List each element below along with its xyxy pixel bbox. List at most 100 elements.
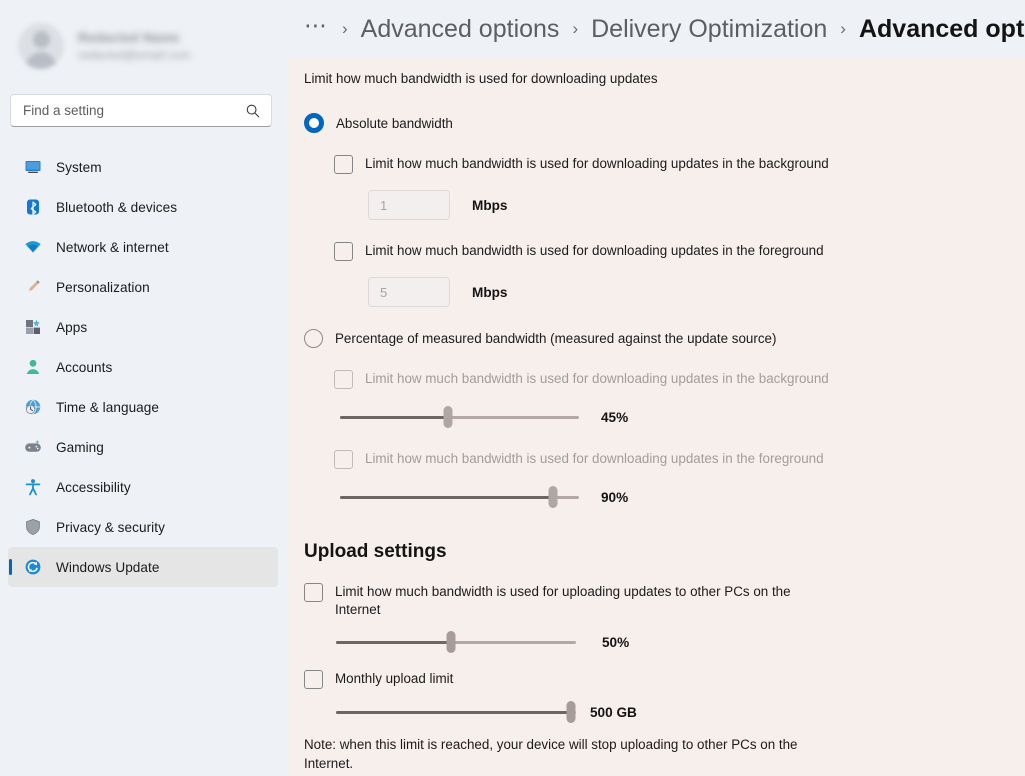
breadcrumb: ⋯ › Advanced options › Delivery Optimiza… xyxy=(288,0,1025,58)
sidebar-item-label: Privacy & security xyxy=(56,520,165,535)
slider-thumb[interactable] xyxy=(443,406,452,428)
checkbox-pct-background[interactable] xyxy=(334,370,353,389)
monitor-icon xyxy=(24,158,42,176)
sidebar-item-privacy-security[interactable]: Privacy & security xyxy=(8,507,278,547)
field-row-abs-background: 1 Mbps xyxy=(304,190,1025,220)
checkbox-label: Limit how much bandwidth is used for dow… xyxy=(365,155,829,173)
checkbox-row-pct-foreground[interactable]: Limit how much bandwidth is used for dow… xyxy=(304,450,1025,469)
sidebar-item-label: Gaming xyxy=(56,440,104,455)
account-email: redacted@email.com xyxy=(78,50,190,62)
checkbox-row-pct-background[interactable]: Limit how much bandwidth is used for dow… xyxy=(304,370,1025,389)
checkbox-monthly-upload-limit[interactable] xyxy=(304,670,323,689)
slider-upload-limit[interactable] xyxy=(336,631,576,653)
sidebar-item-label: Bluetooth & devices xyxy=(56,200,177,215)
radio-absolute-bandwidth[interactable]: Absolute bandwidth xyxy=(304,113,1025,133)
avatar xyxy=(18,23,64,69)
sidebar-item-label: Accessibility xyxy=(56,480,131,495)
sidebar-item-apps[interactable]: Apps xyxy=(8,307,278,347)
slider-pct-foreground[interactable] xyxy=(340,486,579,508)
breadcrumb-separator-icon: › xyxy=(572,19,578,39)
search-box[interactable] xyxy=(10,94,272,127)
slider-value-label: 90% xyxy=(601,490,628,505)
breadcrumb-separator-icon: › xyxy=(342,19,348,39)
search-input[interactable] xyxy=(23,103,245,118)
sidebar-item-label: Windows Update xyxy=(56,560,159,575)
input-abs-background-mbps[interactable]: 1 xyxy=(368,190,450,220)
apps-icon xyxy=(24,318,42,336)
checkbox-label: Limit how much bandwidth is used for dow… xyxy=(365,450,824,468)
main-panel: ⋯ › Advanced options › Delivery Optimiza… xyxy=(288,0,1025,776)
radio-percentage-bandwidth[interactable]: Percentage of measured bandwidth (measur… xyxy=(304,329,1025,348)
page-description: Limit how much bandwidth is used for dow… xyxy=(304,58,1025,86)
slider-row-monthly-upload-limit: 500 GB xyxy=(304,701,1025,723)
accessibility-icon xyxy=(24,478,42,496)
checkbox-abs-foreground[interactable] xyxy=(334,242,353,261)
breadcrumb-item-advanced-options[interactable]: Advanced options xyxy=(361,15,560,44)
field-row-abs-foreground: 5 Mbps xyxy=(304,277,1025,307)
checkbox-upload-limit[interactable] xyxy=(304,583,323,602)
slider-row-pct-foreground: 90% xyxy=(304,486,1025,508)
input-abs-foreground-mbps[interactable]: 5 xyxy=(368,277,450,307)
slider-value-label: 50% xyxy=(602,635,629,650)
gamepad-icon xyxy=(24,438,42,456)
checkbox-row-abs-background[interactable]: Limit how much bandwidth is used for dow… xyxy=(304,155,1025,174)
slider-value-label: 45% xyxy=(601,410,628,425)
account-text: Redacted Name redacted@email.com xyxy=(78,30,190,62)
radio-label: Absolute bandwidth xyxy=(336,116,453,131)
slider-thumb[interactable] xyxy=(567,701,576,723)
sidebar-item-system[interactable]: System xyxy=(8,147,278,187)
sidebar-item-network-internet[interactable]: Network & internet xyxy=(8,227,278,267)
slider-monthly-upload-limit[interactable] xyxy=(336,701,576,723)
checkbox-row-upload-limit[interactable]: Limit how much bandwidth is used for upl… xyxy=(304,583,1025,619)
checkbox-row-abs-foreground[interactable]: Limit how much bandwidth is used for dow… xyxy=(304,242,1025,261)
radio-button-selected-icon[interactable] xyxy=(304,113,324,133)
sidebar-item-gaming[interactable]: Gaming xyxy=(8,427,278,467)
checkbox-label: Limit how much bandwidth is used for dow… xyxy=(365,370,829,388)
unit-label: Mbps xyxy=(472,198,508,213)
slider-thumb[interactable] xyxy=(548,486,557,508)
sidebar: Redacted Name redacted@email.com System xyxy=(0,0,288,776)
checkbox-pct-foreground[interactable] xyxy=(334,450,353,469)
shield-icon xyxy=(24,518,42,536)
checkbox-label: Monthly upload limit xyxy=(335,670,453,688)
sidebar-item-accounts[interactable]: Accounts xyxy=(8,347,278,387)
slider-pct-background[interactable] xyxy=(340,406,579,428)
checkbox-row-monthly-upload-limit[interactable]: Monthly upload limit xyxy=(304,670,1025,689)
sidebar-item-accessibility[interactable]: Accessibility xyxy=(8,467,278,507)
radio-button-unselected-icon[interactable] xyxy=(304,329,323,348)
sidebar-item-label: Time & language xyxy=(56,400,159,415)
paintbrush-icon xyxy=(24,278,42,296)
account-name: Redacted Name xyxy=(78,30,190,45)
sidebar-item-label: Apps xyxy=(56,320,87,335)
slider-thumb[interactable] xyxy=(447,631,456,653)
settings-content: Limit how much bandwidth is used for dow… xyxy=(288,58,1025,773)
settings-window: Redacted Name redacted@email.com System xyxy=(0,0,1025,776)
slider-row-upload-limit: 50% xyxy=(304,631,1025,653)
sidebar-nav: System Bluetooth & devices Network & int… xyxy=(0,147,288,587)
section-title-upload-settings: Upload settings xyxy=(304,541,1025,563)
sidebar-item-windows-update[interactable]: Windows Update xyxy=(8,547,278,587)
sidebar-item-time-language[interactable]: Time & language xyxy=(8,387,278,427)
checkbox-label: Limit how much bandwidth is used for upl… xyxy=(335,583,835,619)
sidebar-item-label: Network & internet xyxy=(56,240,169,255)
slider-row-pct-background: 45% xyxy=(304,406,1025,428)
bluetooth-icon xyxy=(24,198,42,216)
update-icon xyxy=(24,558,42,576)
upload-note: Note: when this limit is reached, your d… xyxy=(304,735,834,773)
account-header[interactable]: Redacted Name redacted@email.com xyxy=(0,0,288,78)
sidebar-item-personalization[interactable]: Personalization xyxy=(8,267,278,307)
person-icon xyxy=(24,358,42,376)
sidebar-item-label: Personalization xyxy=(56,280,150,295)
sidebar-item-bluetooth-devices[interactable]: Bluetooth & devices xyxy=(8,187,278,227)
breadcrumb-item-delivery-optimization[interactable]: Delivery Optimization xyxy=(591,15,827,44)
checkbox-label: Limit how much bandwidth is used for dow… xyxy=(365,242,824,260)
search-icon xyxy=(245,103,261,119)
breadcrumb-separator-icon: › xyxy=(840,19,846,39)
sidebar-item-label: Accounts xyxy=(56,360,112,375)
clock-globe-icon xyxy=(24,398,42,416)
radio-label: Percentage of measured bandwidth (measur… xyxy=(335,331,776,346)
breadcrumb-overflow-button[interactable]: ⋯ xyxy=(304,12,329,47)
checkbox-abs-background[interactable] xyxy=(334,155,353,174)
sidebar-item-label: System xyxy=(56,160,102,175)
wifi-icon xyxy=(24,238,42,256)
